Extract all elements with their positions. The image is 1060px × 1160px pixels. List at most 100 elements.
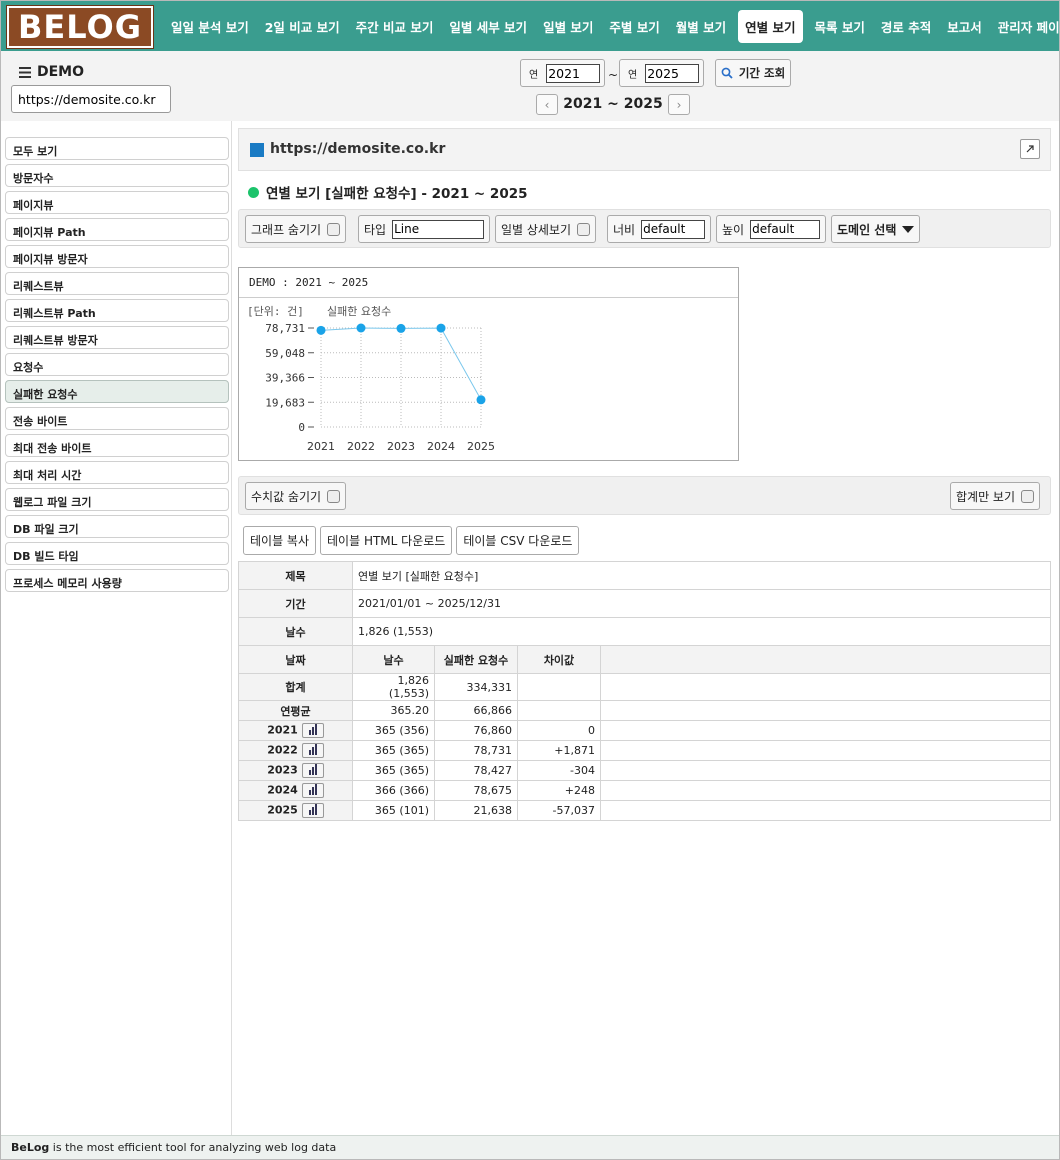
period-query-button[interactable]: 기간 조회 xyxy=(715,59,791,87)
row-label: 연평균 xyxy=(238,700,353,721)
chart-type-input[interactable] xyxy=(392,219,485,239)
row-label: 2023 xyxy=(238,760,353,781)
sidebar-item[interactable]: 최대 처리 시간 xyxy=(5,461,229,484)
nav-item[interactable]: 일별 세부 보기 xyxy=(441,11,535,42)
download-html-button[interactable]: 테이블 HTML 다운로드 xyxy=(320,526,453,555)
days-cell: 365 (365) xyxy=(352,740,435,761)
y-tick-label: 19,683 xyxy=(265,396,305,409)
sidebar: 모두 보기방문자수페이지뷰페이지뷰 Path 페이지뷰 방문자리퀘스트뷰리퀘스트뷰… xyxy=(1,121,232,1135)
bar-chart-icon[interactable] xyxy=(301,723,324,738)
width-input[interactable] xyxy=(641,219,706,239)
nav-item[interactable]: 주간 비교 보기 xyxy=(348,11,442,42)
hide-graph-label: 그래프 숨기기 xyxy=(251,222,322,237)
nav-item[interactable]: 2일 비교 보기 xyxy=(257,11,348,42)
nav-item[interactable]: 경로 추적 xyxy=(873,11,939,42)
to-year-box: 연 xyxy=(619,59,705,87)
daily-detail-checkbox[interactable] xyxy=(577,222,591,236)
y-tick-label: 78,731 xyxy=(265,322,305,335)
status-dot-icon xyxy=(248,186,259,198)
site-selector[interactable]: DEMO xyxy=(19,64,84,80)
nav-item[interactable]: 일별 보기 xyxy=(535,11,601,42)
data-point[interactable] xyxy=(436,323,446,333)
site-url-field[interactable] xyxy=(11,85,171,113)
data-point[interactable] xyxy=(396,323,406,333)
days-cell: 365 (356) xyxy=(352,720,435,741)
hide-graph-checkbox[interactable] xyxy=(327,222,341,236)
series-line xyxy=(320,327,482,401)
sidebar-item[interactable]: 페이지뷰 방문자 xyxy=(5,245,229,268)
sidebar-item[interactable]: 페이지뷰 xyxy=(5,191,229,214)
prev-period-button[interactable]: ‹ xyxy=(536,94,558,115)
table-row: 합계 1,826 (1,553) 334,331 xyxy=(238,673,1051,701)
data-table: 제목 연별 보기 [실패한 요청수] 기간 2021/01/01 ~ 2025/12/… xyxy=(238,561,1051,821)
spacer-cell xyxy=(600,760,1051,781)
sidebar-item[interactable]: 리퀘스트뷰 xyxy=(5,272,229,295)
bar-chart-icon[interactable] xyxy=(301,783,324,798)
from-year-input[interactable] xyxy=(546,63,601,83)
bar-chart-icon[interactable] xyxy=(301,763,324,778)
domain-select-button[interactable]: 도메인 선택 xyxy=(831,215,921,243)
height-input[interactable] xyxy=(750,219,821,239)
sidebar-item[interactable]: DB 파일 크기 xyxy=(5,515,229,538)
daily-detail-toggle[interactable]: 일별 상세보기 xyxy=(495,215,597,243)
panel-header: https://demosite.co.kr xyxy=(238,128,1051,171)
hide-graph-toggle[interactable]: 그래프 숨기기 xyxy=(245,215,347,243)
range-tilde: ~ xyxy=(608,68,619,82)
belog-logo[interactable]: BELOG xyxy=(6,5,154,49)
table-row: 2021 365 (356) 76,860 0 xyxy=(238,720,1051,741)
data-point[interactable] xyxy=(476,395,486,405)
days-cell: 365 (365) xyxy=(352,760,435,781)
sidebar-item[interactable]: 전송 바이트 xyxy=(5,407,229,430)
sidebar-item[interactable]: 페이지뷰 Path xyxy=(5,218,229,241)
hide-values-checkbox[interactable] xyxy=(327,489,341,503)
footer: BeLog is the most efficient tool for ana… xyxy=(1,1135,1059,1159)
nav-item[interactable]: 보고서 xyxy=(939,11,990,42)
sidebar-item[interactable]: 최대 전송 바이트 xyxy=(5,434,229,457)
x-tick-label: 2021 xyxy=(307,440,335,453)
column-header[interactable]: 날짜 xyxy=(238,645,353,674)
hide-values-toggle[interactable]: 수치값 숨기기 xyxy=(245,482,347,510)
value-cell: 78,731 xyxy=(434,740,518,761)
nav-item[interactable]: 월별 보기 xyxy=(668,11,734,42)
daily-detail-label: 일별 상세보기 xyxy=(501,222,572,237)
column-header[interactable]: 차이값 xyxy=(517,645,601,674)
data-point[interactable] xyxy=(356,323,366,333)
info-label: 날수 xyxy=(238,617,353,646)
sidebar-item[interactable]: 실패한 요청수 xyxy=(5,380,229,403)
sidebar-item[interactable]: DB 빌드 타임 xyxy=(5,542,229,565)
download-csv-button[interactable]: 테이블 CSV 다운로드 xyxy=(456,526,580,555)
sidebar-item[interactable]: 웹로그 파일 크기 xyxy=(5,488,229,511)
sidebar-item[interactable]: 요청수 xyxy=(5,353,229,376)
diff-cell xyxy=(517,700,601,721)
nav-item[interactable]: 일일 분석 보기 xyxy=(163,11,257,42)
footer-text: is the most efficient tool for analyzing… xyxy=(49,1141,337,1154)
column-header-spacer xyxy=(600,645,1051,674)
logo-text: BELOG xyxy=(18,8,142,46)
data-point[interactable] xyxy=(316,325,326,335)
table-toolbar: 수치값 숨기기 합계만 보기 xyxy=(238,476,1051,515)
row-label-text: 2021 xyxy=(267,723,298,737)
sidebar-item[interactable]: 리퀘스트뷰 Path xyxy=(5,299,229,322)
expand-button[interactable] xyxy=(1020,139,1040,159)
bar-chart-icon[interactable] xyxy=(301,743,324,758)
nav-item[interactable]: 주별 보기 xyxy=(601,11,667,42)
row-label: 합계 xyxy=(238,673,353,701)
next-period-button[interactable]: › xyxy=(668,94,690,115)
column-header[interactable]: 실패한 요청수 xyxy=(434,645,518,674)
totals-only-toggle[interactable]: 합계만 보기 xyxy=(950,482,1041,510)
to-year-input[interactable] xyxy=(645,63,700,83)
nav-item[interactable]: 관리자 페이지 xyxy=(990,11,1060,42)
sidebar-item[interactable]: 방문자수 xyxy=(5,164,229,187)
bar-chart-icon[interactable] xyxy=(301,803,324,818)
column-header[interactable]: 날수 xyxy=(352,645,435,674)
copy-table-button[interactable]: 테이블 복사 xyxy=(243,526,317,555)
sidebar-item[interactable]: 리퀘스트뷰 방문자 xyxy=(5,326,229,349)
nav-item[interactable]: 목록 보기 xyxy=(807,11,873,42)
external-link-icon xyxy=(1026,145,1034,153)
sidebar-item[interactable]: 프로세스 메모리 사용량 xyxy=(5,569,229,592)
spacer-cell xyxy=(600,780,1051,801)
nav-item[interactable]: 연별 보기 xyxy=(738,9,803,43)
totals-only-checkbox[interactable] xyxy=(1021,489,1035,503)
sidebar-item[interactable]: 모두 보기 xyxy=(5,137,229,160)
from-year-box: 연 xyxy=(520,59,606,87)
